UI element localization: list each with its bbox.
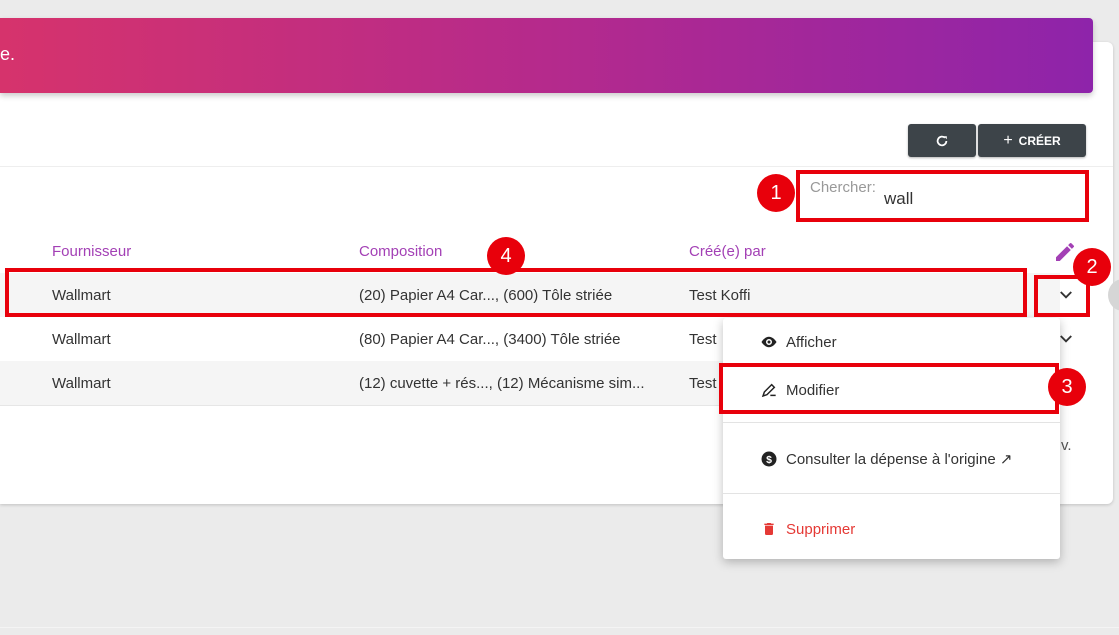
toolbar-divider — [0, 166, 1113, 167]
svg-text:$: $ — [766, 454, 772, 466]
footer-divider — [0, 627, 1119, 628]
page-banner: e. — [0, 18, 1093, 93]
menu-item-label: Consulter la dépense à l'origine ↗ — [786, 451, 1013, 468]
menu-divider — [723, 493, 1060, 494]
menu-item-consulter[interactable]: $ Consulter la dépense à l'origine ↗ — [723, 439, 1060, 479]
create-button[interactable]: + CRÉER — [978, 124, 1086, 157]
menu-item-label: Supprimer — [786, 520, 856, 538]
annotation-badge: 1 — [757, 174, 795, 212]
menu-item-supprimer[interactable]: Supprimer — [723, 509, 1060, 549]
column-header-created-by[interactable]: Créé(e) par — [689, 243, 766, 260]
annotation-badge: 4 — [487, 237, 525, 275]
refresh-icon — [936, 135, 948, 146]
create-button-label: CRÉER — [1018, 133, 1061, 148]
row-actions-menu: Afficher Modifier $ Consulter la dépense… — [723, 318, 1060, 559]
trash-icon — [760, 520, 778, 538]
plus-icon: + — [1003, 131, 1013, 149]
column-header-composition[interactable]: Composition — [359, 243, 442, 260]
pagination-text: v. — [1061, 437, 1072, 454]
banner-text: e. — [0, 44, 16, 64]
cell-fournisseur: Wallmart — [52, 331, 111, 348]
menu-item-label: Afficher — [786, 333, 837, 351]
cell-fournisseur: Wallmart — [52, 375, 111, 392]
annotation-badge: 3 — [1048, 368, 1086, 406]
refresh-button[interactable] — [908, 124, 976, 157]
cell-created-by: Test — [689, 375, 717, 392]
menu-item-afficher[interactable]: Afficher — [723, 322, 1060, 362]
annotation-badge: 2 — [1073, 248, 1111, 286]
annotation-box-search — [796, 170, 1089, 222]
menu-divider — [723, 422, 1060, 423]
cell-composition: (12) cuvette + rés..., (12) Mécanisme si… — [359, 375, 645, 392]
column-header-fournisseur[interactable]: Fournisseur — [52, 243, 131, 260]
annotation-box-modifier — [719, 363, 1059, 414]
eye-icon — [760, 333, 778, 351]
dollar-circle-icon: $ — [760, 450, 778, 468]
cell-composition: (80) Papier A4 Car..., (3400) Tôle strié… — [359, 331, 621, 348]
cell-created-by: Test — [689, 331, 717, 348]
annotation-box-row — [5, 268, 1027, 317]
